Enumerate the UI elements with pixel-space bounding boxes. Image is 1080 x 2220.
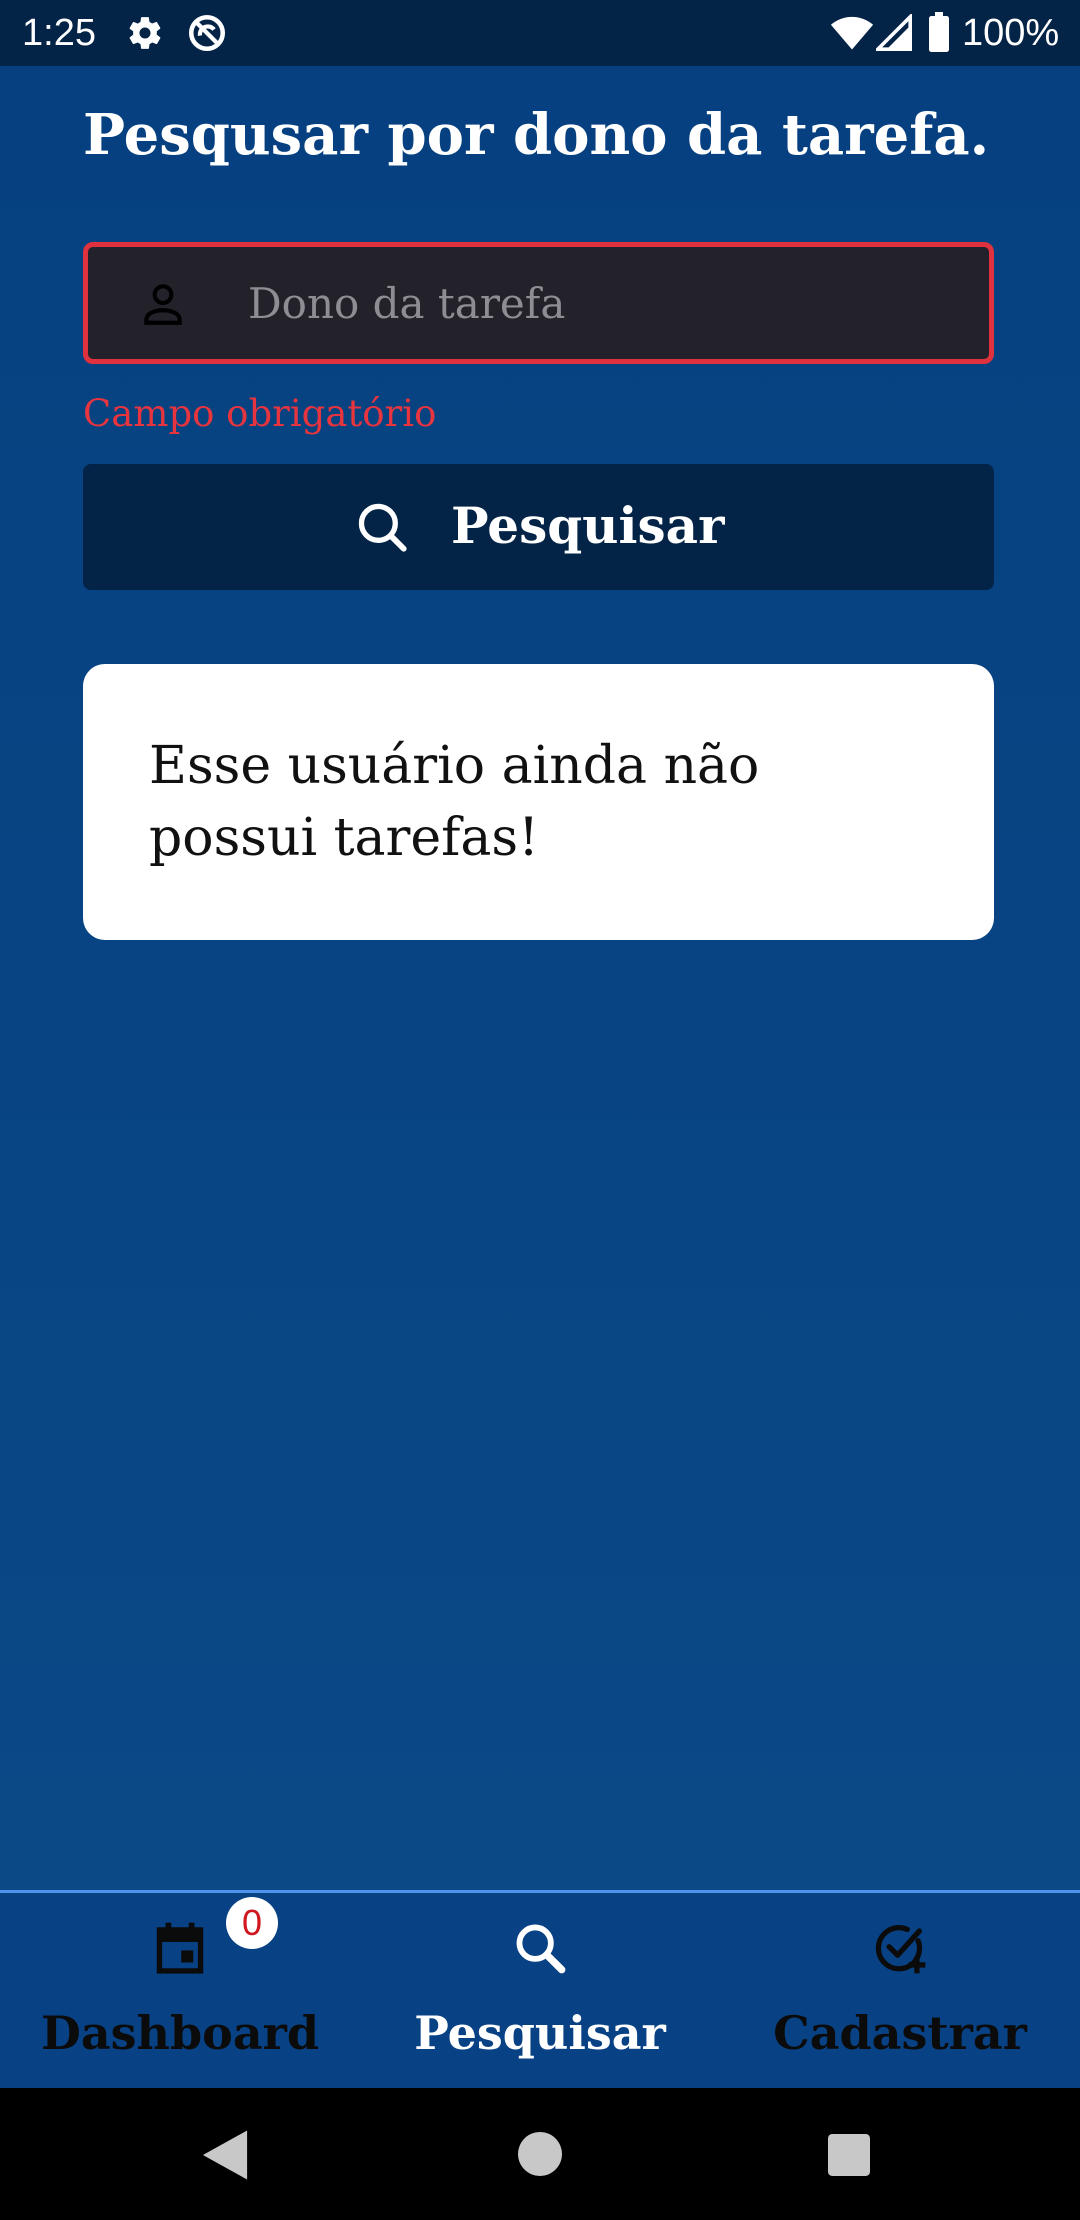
owner-search-field[interactable]: [83, 242, 994, 364]
page-title: Pesqusar por dono da tarefa.: [83, 102, 990, 168]
status-bar: 1:25 100%: [0, 0, 1080, 66]
search-icon: [358, 503, 407, 552]
check-plus-icon: [875, 1925, 926, 1974]
back-icon[interactable]: [200, 2128, 250, 2182]
recents-icon[interactable]: [828, 2134, 870, 2176]
person-icon: [144, 284, 182, 325]
gear-icon: [129, 17, 161, 49]
nav-item-cadastrar[interactable]: Cadastrar: [720, 1893, 1080, 2088]
main-content: Pesqusar por dono da tarefa. Campo obrig…: [0, 66, 1080, 1890]
search-icon: [516, 1924, 566, 1974]
field-error-message: Campo obrigatório: [83, 392, 437, 435]
do-not-disturb-icon: [188, 14, 226, 52]
nav-item-dashboard[interactable]: 0 Dashboard: [0, 1893, 360, 2088]
search-button-label: Pesquisar: [451, 496, 725, 555]
calendar-icon: [156, 1922, 204, 1974]
empty-result-message: Esse usuário ainda não possui tarefas!: [149, 736, 760, 868]
battery-icon: [929, 12, 949, 52]
owner-search-input[interactable]: [248, 265, 968, 341]
system-navigation-bar: [0, 2088, 1080, 2220]
signal-icon: [876, 14, 912, 51]
nav-label-cadastrar: Cadastrar: [773, 2006, 1027, 2060]
nav-label-dashboard: Dashboard: [40, 2006, 320, 2060]
nav-item-pesquisar[interactable]: Pesquisar: [360, 1893, 720, 2088]
search-button[interactable]: Pesquisar: [83, 464, 994, 590]
status-time: 1:25: [22, 12, 96, 54]
empty-result-card: Esse usuário ainda não possui tarefas!: [83, 664, 994, 940]
nav-label-pesquisar: Pesquisar: [414, 2006, 666, 2060]
battery-percentage: 100%: [962, 12, 1060, 54]
notification-badge: 0: [226, 1897, 278, 1949]
bottom-navigation: 0 Dashboard Pesquisar Cadastrar: [0, 1890, 1080, 2088]
wifi-icon: [830, 16, 874, 50]
home-icon[interactable]: [518, 2132, 562, 2176]
